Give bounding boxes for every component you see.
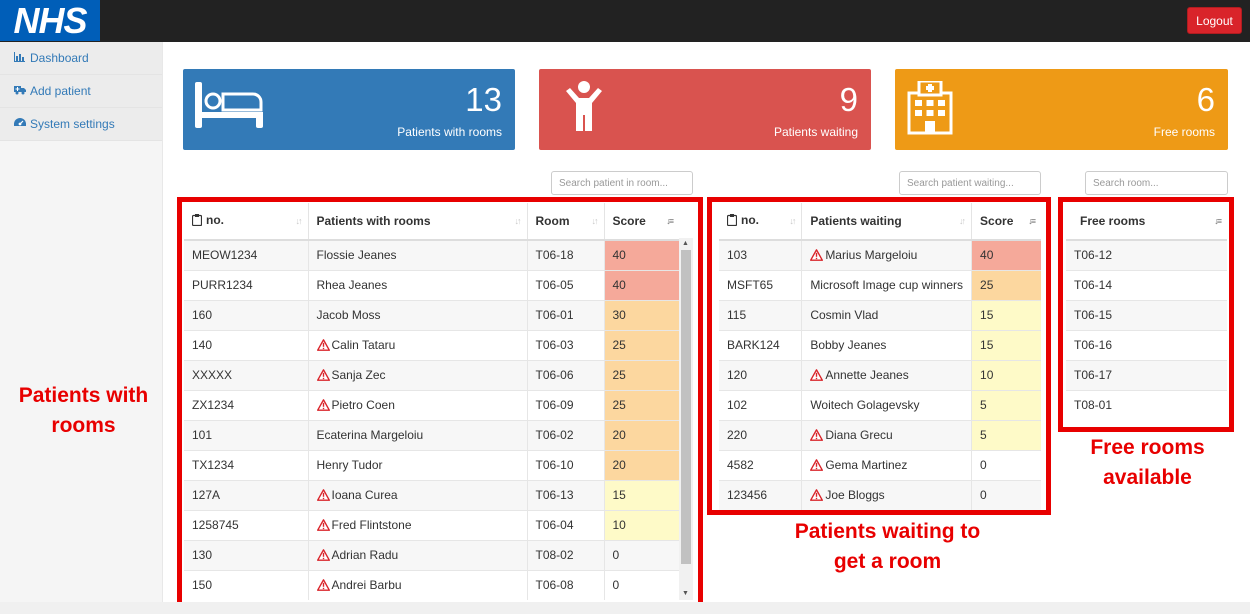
sidebar-item-label: Add patient [30,84,91,98]
person-icon [566,81,602,131]
bar-chart-icon [14,43,28,76]
search-rooms-input[interactable] [551,171,693,195]
bed-icon [195,82,263,128]
sidebar-item-add-patient[interactable]: Add patient [0,75,162,108]
sidebar: Dashboard Add patient System settings [0,42,163,614]
search-waiting-input[interactable] [899,171,1041,195]
rooms-card-label: Patients with rooms [397,125,502,139]
patients-with-rooms-card[interactable]: 13 Patients with rooms [183,69,515,150]
highlight-frame-free [1058,197,1234,432]
annotation-waiting: Patients waiting to get a room [794,520,981,573]
logout-button[interactable]: Logout [1187,7,1242,34]
page-bottom-strip [0,602,1250,614]
free-card-label: Free rooms [1153,125,1215,139]
top-navbar: NHS Logout [0,0,1250,42]
search-free-rooms-input[interactable] [1085,171,1228,195]
waiting-count: 9 [839,81,858,118]
free-rooms-card[interactable]: 6 Free rooms [895,69,1228,150]
ambulance-icon [14,76,28,109]
patients-waiting-card[interactable]: 9 Patients waiting [539,69,871,150]
waiting-card-label: Patients waiting [773,125,858,139]
nhs-logo[interactable]: NHS [0,0,100,41]
highlight-frame-rooms [177,197,703,607]
sidebar-item-dashboard[interactable]: Dashboard [0,42,162,75]
highlight-frame-waiting [707,197,1051,515]
annotation-free: Free rooms available [1090,436,1205,489]
hospital-icon [907,81,953,135]
annotation-rooms: Patients with rooms [18,384,149,437]
free-count: 6 [1196,81,1215,118]
sidebar-item-system-settings[interactable]: System settings [0,108,162,141]
sidebar-item-label: System settings [30,117,115,131]
dashboard-gauge-icon [14,109,28,142]
rooms-count: 13 [465,81,502,118]
sidebar-item-label: Dashboard [30,51,89,65]
